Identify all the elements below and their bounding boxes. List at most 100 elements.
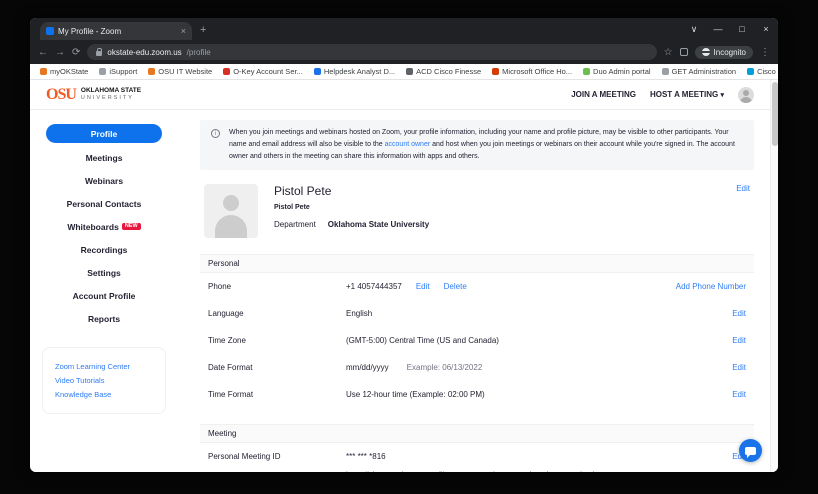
row-label: Date Format (208, 362, 253, 372)
sidebar-item-settings[interactable]: Settings (30, 262, 178, 283)
address-bar[interactable]: okstate-edu.zoom.us/profile (87, 44, 657, 60)
zoom-profile-page: OSU OKLAHOMA STATE UNIVERSITY JOIN A MEE… (30, 80, 778, 472)
time-format-value: Use 12-hour time (Example: 02:00 PM) (346, 389, 485, 399)
browser-tab[interactable]: My Profile - Zoom × (40, 22, 192, 40)
privacy-banner: i When you join meetings and webinars ho… (200, 120, 754, 170)
time-zone-edit-link[interactable]: Edit (732, 336, 746, 345)
sidebar-item-meetings[interactable]: Meetings (30, 147, 178, 168)
bookmark-item[interactable]: myOKState (40, 67, 88, 76)
url-path: /profile (186, 47, 211, 57)
profile-edit-link[interactable]: Edit (736, 184, 750, 238)
bookmark-item[interactable]: ACD Cisco Finesse (406, 67, 481, 76)
zoom-sidebar: Profile Meetings Webinars Personal Conta… (30, 110, 178, 472)
date-format-edit-link[interactable]: Edit (732, 363, 746, 372)
sidebar-item-personal-contacts[interactable]: Personal Contacts (30, 193, 178, 214)
bookmark-favicon-icon (661, 68, 669, 75)
profile-name: Pistol Pete (274, 183, 332, 198)
zoom-site-header: OSU OKLAHOMA STATE UNIVERSITY JOIN A MEE… (30, 80, 770, 110)
join-a-meeting-link[interactable]: JOIN A MEETING (571, 90, 636, 99)
host-a-meeting-link[interactable]: HOST A MEETING ▾ (650, 90, 724, 99)
sidebar-item-recordings[interactable]: Recordings (30, 239, 178, 260)
bookmark-item[interactable]: O-Key Account Ser... (223, 67, 303, 76)
row-label: Time Zone (208, 335, 246, 345)
menu-kebab-icon[interactable]: ⋮ (760, 47, 770, 58)
sidebar-item-webinars[interactable]: Webinars (30, 170, 178, 191)
bookmark-favicon-icon (583, 68, 591, 75)
section-header-meeting: Meeting (200, 423, 754, 443)
bookmark-item[interactable]: iSupport (99, 67, 137, 76)
sidebar-item-account-profile[interactable]: Account Profile (30, 285, 178, 306)
time-format-edit-link[interactable]: Edit (732, 390, 746, 399)
sidebar-item-whiteboards[interactable]: Whiteboards NEW (30, 216, 178, 237)
zoom-favicon-icon (46, 27, 54, 35)
bookmark-favicon-icon (148, 68, 156, 75)
row-phone: Phone +1 4057444357 Edit Delete Add Phon… (200, 273, 754, 300)
osu-logo[interactable]: OSU OKLAHOMA STATE UNIVERSITY (46, 86, 141, 104)
incognito-badge[interactable]: Incognito (694, 45, 753, 59)
account-owner-link[interactable]: account owner (385, 141, 431, 148)
row-label: Time Format (208, 389, 254, 399)
osu-logo-name: OKLAHOMA STATE (80, 87, 142, 95)
bookmark-item[interactable]: Helpdesk Analyst D... (313, 67, 395, 76)
scrollbar-thumb[interactable] (772, 82, 778, 146)
incognito-label: Incognito (713, 47, 746, 57)
language-edit-link[interactable]: Edit (732, 309, 746, 318)
phone-value: +1 4057444357 (346, 281, 402, 291)
extensions-icon[interactable] (679, 48, 688, 56)
minimize-button[interactable]: — (706, 18, 730, 40)
url-host: okstate-edu.zoom.us (107, 47, 182, 57)
profile-avatar[interactable] (204, 183, 258, 238)
tab-search-icon[interactable]: ∨ (682, 18, 706, 40)
new-tab-button[interactable]: + (200, 25, 206, 36)
bookmark-favicon-icon (406, 68, 414, 75)
reload-icon[interactable]: ⟳ (72, 47, 80, 58)
bookmark-item[interactable]: Duo Admin portal (583, 67, 651, 76)
chat-icon (745, 446, 756, 458)
date-format-value: mm/dd/yyyy (346, 362, 389, 372)
sidebar-item-reports[interactable]: Reports (30, 308, 178, 329)
osu-logo-mark: OSU (46, 85, 77, 103)
maximize-button[interactable]: □ (730, 18, 754, 40)
bookmark-favicon-icon (492, 68, 500, 75)
phone-delete-link[interactable]: Delete (444, 282, 467, 291)
zoom-learning-center-link[interactable]: Zoom Learning Center (55, 362, 153, 371)
add-phone-number-link[interactable]: Add Phone Number (676, 282, 746, 291)
time-zone-value: (GMT-5:00) Central Time (US and Canada) (346, 335, 499, 345)
row-time-zone: Time Zone (GMT-5:00) Central Time (US an… (200, 327, 754, 354)
bookmark-item[interactable]: Cisco Umbrella Mul... (747, 67, 778, 76)
incognito-icon (700, 48, 711, 56)
privacy-banner-text: When you join meetings and webinars host… (229, 129, 735, 160)
user-avatar[interactable] (738, 86, 754, 103)
pmi-url[interactable]: https://okstate-edu.zoom.us/j/*******816… (346, 470, 640, 472)
chat-help-button[interactable] (739, 439, 762, 462)
row-date-format: Date Format mm/dd/yyyy Example: 06/13/20… (200, 354, 754, 381)
row-time-format: Time Format Use 12-hour time (Example: 0… (200, 381, 754, 408)
bookmark-star-icon[interactable]: ☆ (664, 47, 673, 58)
lock-icon (96, 47, 103, 56)
video-tutorials-link[interactable]: Video Tutorials (55, 376, 153, 385)
sidebar-links-card: Zoom Learning Center Video Tutorials Kno… (42, 347, 166, 414)
close-button[interactable]: × (754, 18, 778, 40)
bookmark-item[interactable]: Microsoft Office Ho... (492, 67, 572, 76)
back-icon[interactable]: ← (38, 47, 48, 58)
chevron-down-icon: ▾ (720, 92, 724, 99)
browser-window: My Profile - Zoom × + ∨ — □ × ← → ⟳ okst… (30, 18, 778, 472)
bookmark-item[interactable]: GET Administration (661, 67, 736, 76)
new-badge: NEW (121, 222, 141, 231)
profile-display-name: Pistol Pete (274, 203, 310, 211)
bookmark-favicon-icon (747, 68, 755, 75)
row-label: Personal Meeting ID (208, 451, 281, 461)
forward-icon[interactable]: → (55, 47, 65, 58)
department-value: Oklahoma State University (327, 219, 430, 229)
page-scrollbar[interactable] (770, 80, 778, 472)
osu-logo-sub: UNIVERSITY (80, 95, 134, 102)
phone-edit-link[interactable]: Edit (416, 282, 430, 291)
window-controls: ∨ — □ × (682, 18, 778, 40)
sidebar-item-profile[interactable]: Profile (46, 124, 162, 143)
tab-close-icon[interactable]: × (181, 26, 186, 36)
knowledge-base-link[interactable]: Knowledge Base (55, 390, 153, 399)
row-personal-meeting-id: Personal Meeting ID *** *** *816 https:/… (200, 443, 754, 472)
bookmark-item[interactable]: OSU IT Website (148, 67, 212, 76)
browser-toolbar: ← → ⟳ okstate-edu.zoom.us/profile ☆ Inco… (30, 40, 778, 64)
section-header-personal: Personal (200, 253, 754, 273)
